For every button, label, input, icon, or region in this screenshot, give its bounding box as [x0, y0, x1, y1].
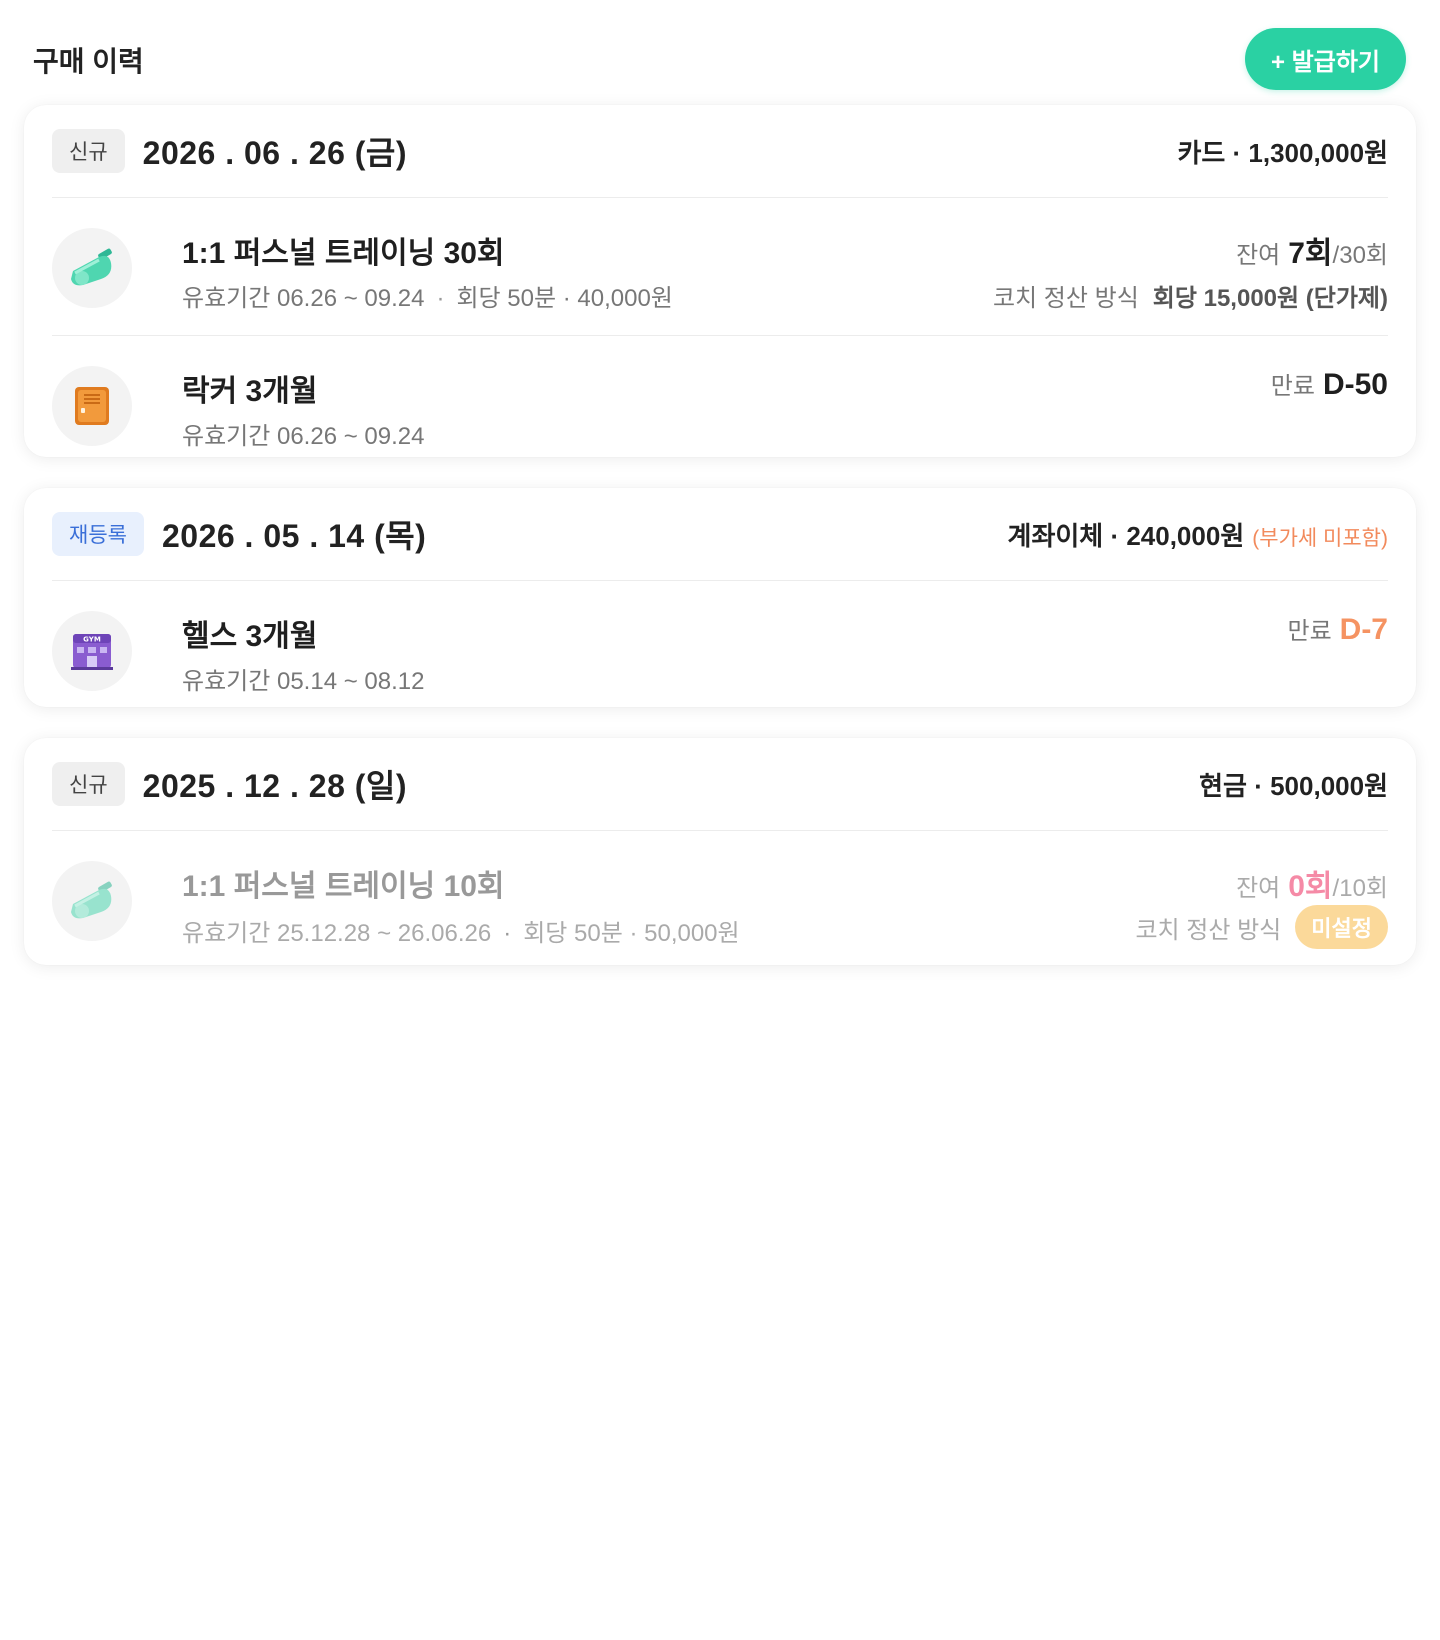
payment-summary: 계좌이체 · 240,000원 (부가세 미포함)	[1008, 516, 1388, 553]
purchase-history-page: 구매 이력 + 발급하기 신규 2026 . 06 . 26 (금) 카드 · …	[0, 0, 1440, 1640]
status-badge: 신규	[52, 762, 125, 806]
settlement-label: 코치 정산 방식	[1135, 916, 1282, 944]
separator-dot: ·	[436, 285, 445, 312]
item-name: 헬스 3개월	[182, 620, 318, 653]
item-subinfo: 유효기간 05.14 ~ 08.12	[182, 661, 424, 696]
purchase-item[interactable]: GYM 헬스 3개월 유효기간 05.14 ~ 08.12 만료 D-7	[52, 581, 1388, 719]
validity-period: 유효기간 25.12.28 ~ 26.06.26	[182, 920, 492, 947]
gym-building-icon: GYM	[52, 611, 132, 691]
payment-amount: 현금 · 500,000원	[1199, 770, 1388, 801]
purchase-item[interactable]: 락커 3개월 유효기간 06.26 ~ 09.24 만료 D-50	[52, 336, 1388, 474]
gym-sign-text: GYM	[83, 636, 101, 644]
remaining-total: /30회	[1332, 242, 1388, 269]
purchase-card: 재등록 2026 . 05 . 14 (목) 계좌이체 · 240,000원 (…	[24, 488, 1416, 707]
validity-period: 유효기간 06.26 ~ 09.24	[182, 423, 425, 450]
purchase-item[interactable]: 1:1 퍼스널 트레이닝 30회 유효기간 06.26 ~ 09.24 · 회당 5…	[52, 198, 1388, 336]
expiry-label: 만료	[1287, 618, 1332, 645]
payment-summary: 현금 · 500,000원	[1199, 766, 1388, 803]
purchase-card: 신규 2025 . 12 . 28 (일) 현금 · 500,000원 1:1 …	[24, 738, 1416, 965]
item-subinfo: 유효기간 25.12.28 ~ 26.06.26 · 회당 50분 · 50,000…	[182, 913, 740, 948]
remaining-total: /10회	[1332, 875, 1388, 902]
header: 구매 이력 + 발급하기	[0, 0, 1440, 110]
item-subinfo: 유효기간 06.26 ~ 09.24 · 회당 50분 · 40,000원	[182, 278, 673, 313]
payment-amount: 계좌이체 · 240,000원	[1007, 520, 1245, 551]
issue-button[interactable]: + 발급하기	[1244, 28, 1406, 90]
coach-settlement: 코치 정산 방식 회당 15,000원 (단가제)	[993, 278, 1388, 313]
remaining-value: 7회	[1288, 237, 1333, 270]
whistle-icon	[52, 228, 132, 308]
remaining-label: 잔여	[1236, 242, 1281, 269]
purchase-card-header: 신규 2026 . 06 . 26 (금) 카드 · 1,300,000원	[52, 105, 1388, 198]
session-detail: 회당 50분 · 50,000원	[523, 920, 740, 947]
purchase-date: 2026 . 06 . 26 (금)	[142, 135, 408, 171]
purchase-card-header: 재등록 2026 . 05 . 14 (목) 계좌이체 · 240,000원 (…	[52, 488, 1388, 581]
payment-amount: 카드 · 1,300,000원	[1177, 137, 1388, 168]
expiry-dday: D-7	[1339, 613, 1388, 646]
vat-note: (부가세 미포함)	[1252, 526, 1388, 550]
settlement-label: 코치 정산 방식	[992, 285, 1139, 312]
expiry-info: 만료 D-7	[1287, 611, 1388, 647]
status-badge: 재등록	[52, 512, 144, 556]
remaining-label: 잔여	[1236, 875, 1281, 902]
purchase-item[interactable]: 1:1 퍼스널 트레이닝 10회 유효기간 25.12.28 ~ 26.06.2…	[52, 831, 1388, 963]
purchase-card-header: 신규 2025 . 12 . 28 (일) 현금 · 500,000원	[52, 738, 1388, 831]
validity-period: 유효기간 06.26 ~ 09.24	[182, 285, 425, 312]
remaining-sessions: 잔여 7회 /30회	[1236, 228, 1388, 272]
purchase-card: 신규 2026 . 06 . 26 (금) 카드 · 1,300,000원 1:…	[24, 105, 1416, 457]
purchase-date: 2026 . 05 . 14 (목)	[161, 518, 427, 554]
item-subinfo: 유효기간 06.26 ~ 09.24	[182, 416, 424, 451]
validity-period: 유효기간 05.14 ~ 08.12	[182, 668, 425, 695]
purchase-date: 2025 . 12 . 28 (일)	[142, 768, 408, 804]
expiry-dday: D-50	[1322, 368, 1388, 401]
expiry-label: 만료	[1270, 373, 1315, 400]
payment-summary: 카드 · 1,300,000원	[1177, 133, 1388, 170]
settlement-value: 회당 15,000원 (단가제)	[1152, 285, 1388, 312]
expiry-info: 만료 D-50	[1271, 366, 1388, 402]
remaining-sessions: 잔여 0회 /10회	[1236, 861, 1388, 905]
separator-dot: ·	[503, 920, 512, 947]
item-name: 1:1 퍼스널 트레이닝 10회	[182, 870, 505, 903]
remaining-value: 0회	[1288, 870, 1333, 903]
item-name: 락커 3개월	[182, 375, 318, 408]
settlement-unset-badge[interactable]: 미설정	[1295, 905, 1388, 949]
session-detail: 회당 50분 · 40,000원	[456, 285, 673, 312]
item-name: 1:1 퍼스널 트레이닝 30회	[182, 237, 505, 270]
locker-icon	[52, 366, 132, 446]
status-badge: 신규	[52, 129, 125, 173]
whistle-icon	[52, 861, 132, 941]
page-title: 구매 이력	[33, 46, 144, 77]
coach-settlement: 코치 정산 방식 미설정	[1135, 905, 1388, 949]
